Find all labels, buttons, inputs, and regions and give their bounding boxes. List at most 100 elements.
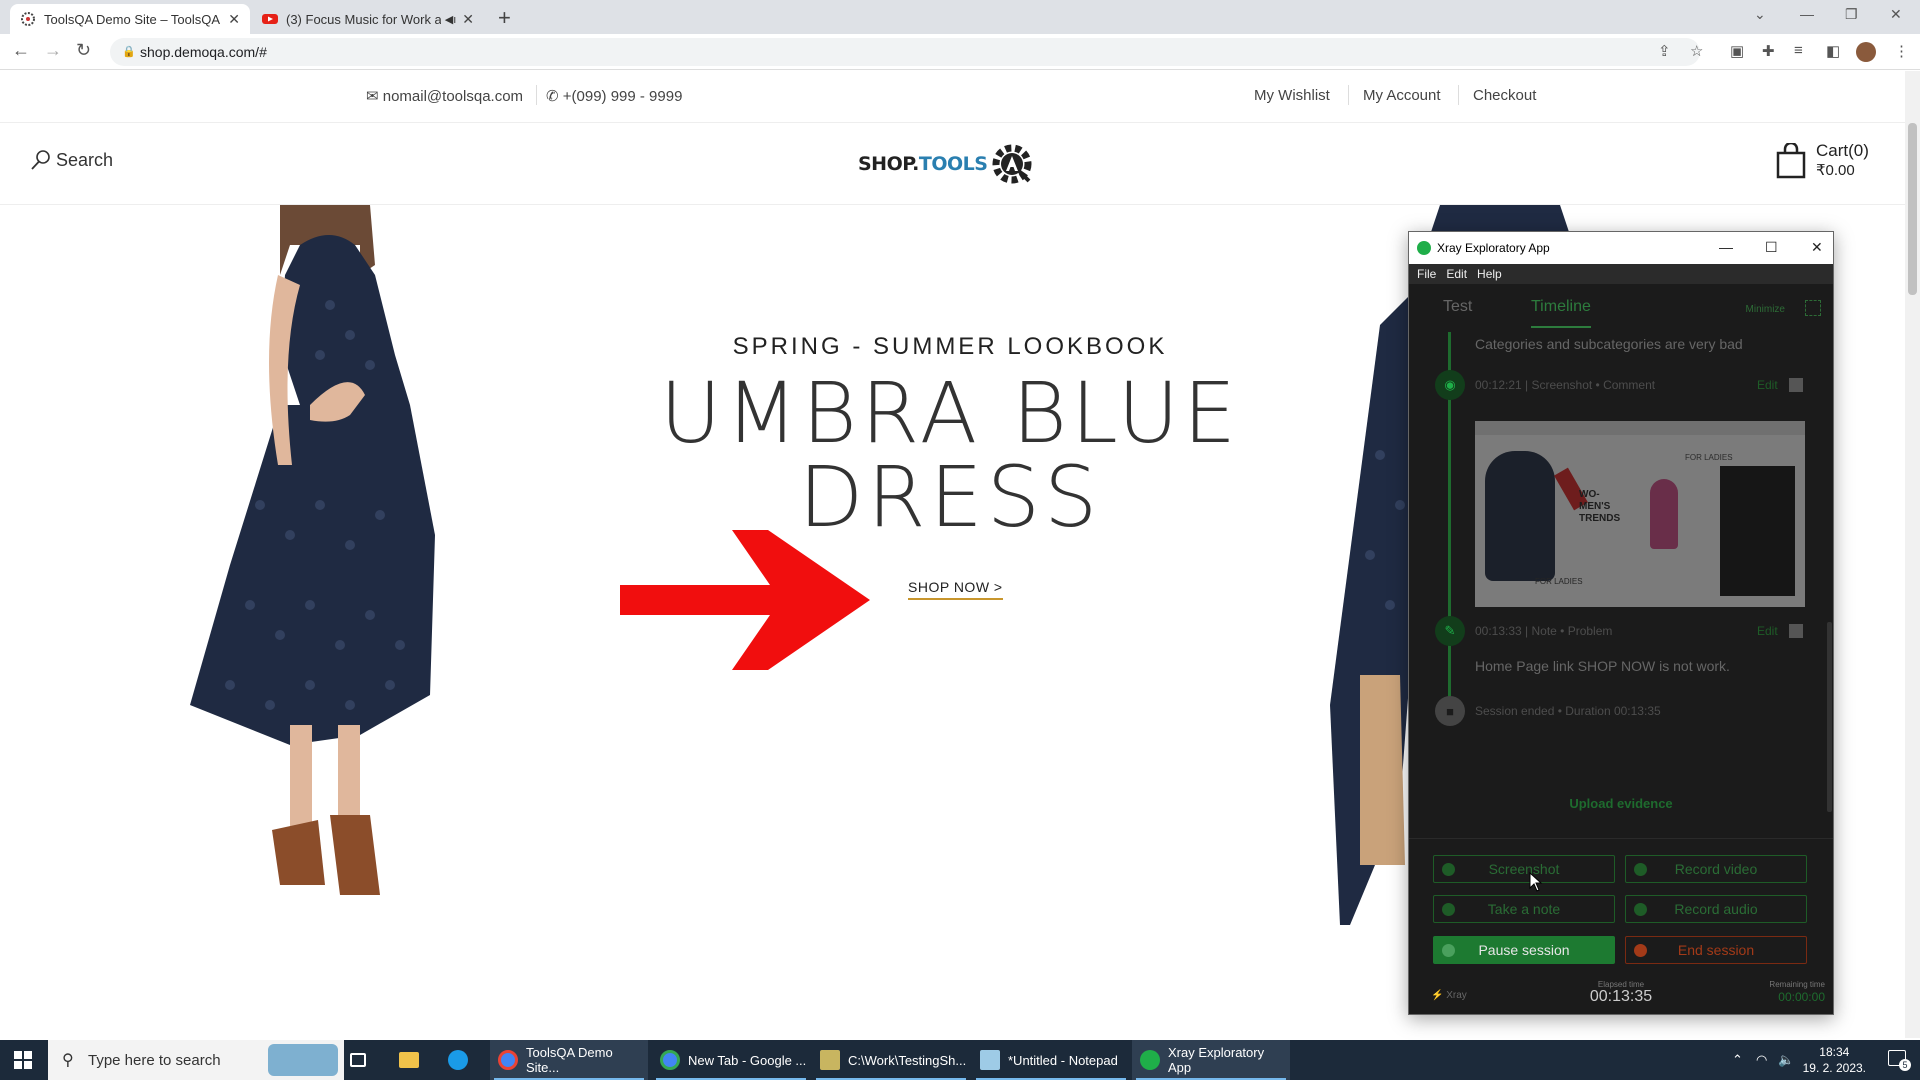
- close-icon[interactable]: ✕: [1811, 239, 1823, 256]
- site-logo[interactable]: SHOP. TOOLS: [858, 141, 1035, 187]
- logo-text-tools: TOOLS: [918, 153, 988, 175]
- screenshot-checkbox[interactable]: [1789, 378, 1803, 392]
- xray-title-bar[interactable]: Xray Exploratory App — ☐ ✕: [1409, 232, 1833, 264]
- logo-text-shop: SHOP.: [858, 153, 919, 175]
- email-link[interactable]: ✉ nomail@toolsqa.com: [366, 87, 523, 105]
- timeline-scrollbar[interactable]: [1827, 332, 1832, 812]
- site-header: Search SHOP. TOOLS Cart(0) ₹0.00: [0, 123, 1905, 205]
- extension-icon[interactable]: ▣: [1730, 42, 1744, 60]
- note-dot-icon: [1442, 903, 1455, 916]
- xray-footer: ⚡ Xray Elapsed time 00:13:35 Remaining t…: [1409, 980, 1833, 1014]
- shop-now-link[interactable]: SHOP NOW >: [908, 579, 1003, 600]
- file-explorer-icon[interactable]: [399, 1052, 419, 1068]
- youtube-favicon-icon: [262, 14, 278, 24]
- chevron-up-icon[interactable]: ⌃: [1732, 1052, 1743, 1068]
- menu-dots-icon[interactable]: ⋮: [1894, 42, 1909, 60]
- camera-icon: ◉: [1435, 370, 1465, 400]
- end-session-button[interactable]: End session: [1625, 936, 1807, 964]
- tab-search-icon[interactable]: ⌄: [1754, 6, 1766, 23]
- checkout-link[interactable]: Checkout: [1473, 87, 1536, 104]
- cart-widget[interactable]: Cart(0) ₹0.00: [1776, 141, 1869, 181]
- wifi-icon[interactable]: ◠: [1756, 1052, 1767, 1068]
- gear-logo-icon: [992, 144, 1032, 184]
- address-text: shop.demoqa.com/#: [140, 44, 267, 60]
- taskbar-search-placeholder: Type here to search: [88, 1051, 221, 1069]
- taskbar-app-xray[interactable]: Xray Exploratory App: [1132, 1040, 1290, 1080]
- timeline-entry-text: Categories and subcategories are very ba…: [1475, 336, 1743, 352]
- edit-note-link[interactable]: Edit: [1757, 624, 1778, 638]
- upload-evidence-button[interactable]: Upload evidence: [1409, 796, 1833, 811]
- screenshot-button[interactable]: Screenshot: [1433, 855, 1615, 883]
- screenshot-thumbnail[interactable]: WO- MEN'S TRENDS FOR LADIES FOR LADIES: [1475, 421, 1805, 607]
- xray-brand: ⚡ Xray: [1431, 990, 1467, 1001]
- notification-icon[interactable]: 5: [1888, 1050, 1911, 1071]
- thumbnail-caption-top: FOR LADIES: [1685, 453, 1733, 462]
- volume-icon[interactable]: 🔈: [1778, 1052, 1794, 1068]
- thumbnail-caption: FOR LADIES: [1535, 577, 1583, 586]
- maximize-icon[interactable]: ☐: [1765, 239, 1778, 256]
- profile-avatar[interactable]: [1856, 42, 1876, 62]
- minimize-window-icon[interactable]: —: [1800, 6, 1814, 22]
- close-window-icon[interactable]: ✕: [1890, 6, 1902, 23]
- my-account-link[interactable]: My Account: [1363, 87, 1441, 104]
- close-tab-icon[interactable]: ✕: [228, 11, 240, 28]
- back-icon[interactable]: ←: [12, 40, 30, 61]
- taskbar-app-folder[interactable]: C:\Work\TestingSh...: [812, 1040, 970, 1080]
- side-panel-icon[interactable]: ◧: [1826, 42, 1840, 60]
- tab-timeline[interactable]: Timeline: [1531, 298, 1591, 328]
- share-icon[interactable]: ⇪: [1658, 42, 1671, 60]
- taskbar-app-notepad[interactable]: *Untitled - Notepad: [972, 1040, 1130, 1080]
- xray-menu-bar: File Edit Help: [1409, 264, 1833, 284]
- taskbar-app-toolsqa[interactable]: ToolsQA Demo Site...: [490, 1040, 648, 1080]
- browser-tab-youtube[interactable]: (3) Focus Music for Work and ◀ı ✕: [252, 4, 484, 34]
- menu-edit[interactable]: Edit: [1446, 267, 1467, 281]
- tab-title: (3) Focus Music for Work and: [286, 11, 441, 27]
- reload-icon[interactable]: ↻: [76, 40, 91, 61]
- bookmark-star-icon[interactable]: ☆: [1690, 42, 1703, 60]
- clock-time: 18:34: [1819, 1045, 1850, 1059]
- windows-taskbar: ⚲ Type here to search ToolsQA Demo Site.…: [0, 1040, 1920, 1080]
- xray-window-title: Xray Exploratory App: [1437, 241, 1550, 255]
- windows-start-icon[interactable]: [14, 1051, 32, 1069]
- record-video-button[interactable]: Record video: [1625, 855, 1807, 883]
- remaining-time-label: Remaining time: [1769, 980, 1825, 989]
- menu-file[interactable]: File: [1417, 267, 1436, 281]
- phone-link[interactable]: ✆ +(099) 999 - 9999: [546, 87, 682, 105]
- note-entry-meta: 00:13:33 | Note • Problem: [1475, 624, 1613, 638]
- search-toggle[interactable]: Search: [30, 149, 113, 171]
- xray-logo-icon: [1417, 241, 1431, 255]
- session-ended-text: Session ended • Duration 00:13:35: [1475, 704, 1661, 718]
- shopping-bag-icon: [1776, 143, 1806, 179]
- red-arrow-annotation: [620, 530, 870, 670]
- page-scrollbar[interactable]: [1905, 71, 1920, 1038]
- minimize-label[interactable]: Minimize: [1746, 304, 1785, 315]
- edit-screenshot-link[interactable]: Edit: [1757, 378, 1778, 392]
- new-tab-button[interactable]: +: [498, 5, 511, 31]
- video-dot-icon: [1634, 863, 1647, 876]
- edge-icon[interactable]: [448, 1050, 468, 1070]
- wishlist-link[interactable]: My Wishlist: [1254, 87, 1330, 104]
- browser-tab-toolsqa[interactable]: ToolsQA Demo Site – ToolsQA – ✕: [10, 4, 250, 34]
- address-bar[interactable]: 🔒 shop.demoqa.com/#: [110, 38, 1700, 66]
- restore-window-icon[interactable]: ❐: [1845, 6, 1858, 23]
- take-note-button[interactable]: Take a note: [1433, 895, 1615, 923]
- minimize-view-icon[interactable]: [1805, 300, 1821, 316]
- chrome-icon: [660, 1050, 680, 1070]
- taskbar-app-new-tab[interactable]: New Tab - Google ...: [652, 1040, 810, 1080]
- close-tab-icon[interactable]: ✕: [462, 11, 474, 28]
- forward-icon[interactable]: →: [44, 40, 62, 61]
- puzzle-icon[interactable]: ✚: [1762, 42, 1775, 60]
- record-audio-button[interactable]: Record audio: [1625, 895, 1807, 923]
- task-view-icon[interactable]: [350, 1053, 366, 1067]
- media-icon[interactable]: ≡: [1794, 42, 1803, 59]
- muted-speaker-icon[interactable]: ◀ı: [445, 13, 457, 26]
- tab-test[interactable]: Test: [1443, 298, 1472, 316]
- pause-session-button[interactable]: Pause session: [1433, 936, 1615, 964]
- minimize-icon[interactable]: —: [1719, 239, 1733, 255]
- scrollbar-thumb[interactable]: [1908, 123, 1917, 295]
- envelope-icon: ✉: [366, 88, 379, 105]
- taskbar-search[interactable]: ⚲ Type here to search: [48, 1040, 344, 1080]
- clock[interactable]: 18:34 19. 2. 2023.: [1803, 1044, 1866, 1076]
- note-checkbox[interactable]: [1789, 624, 1803, 638]
- menu-help[interactable]: Help: [1477, 267, 1502, 281]
